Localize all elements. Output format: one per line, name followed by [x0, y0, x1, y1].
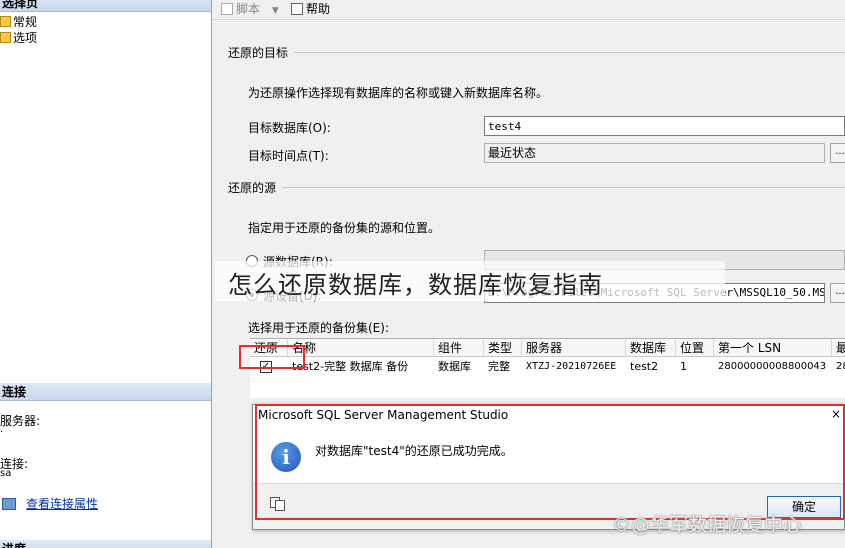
script-button[interactable]: 脚本 ▼	[221, 1, 279, 18]
highlight-box-checkbox	[239, 345, 305, 369]
page-icon	[0, 32, 11, 43]
grid-header-component[interactable]: 组件	[434, 339, 484, 357]
grid-header-position[interactable]: 位置	[676, 339, 714, 357]
target-db-input[interactable]	[484, 116, 845, 136]
select-page-header: 选择页	[0, 0, 211, 12]
section-divider	[294, 52, 845, 53]
page-item-general[interactable]: 常规	[0, 14, 37, 30]
target-time-browse-button[interactable]: ...	[830, 143, 845, 163]
restore-source-description: 指定用于还原的备份集的源和位置。	[248, 221, 441, 235]
page-icon	[0, 16, 11, 27]
restore-target-description: 为还原操作选择现有数据库的名称或键入新数据库名称。	[248, 86, 549, 100]
grid-header-last-lsn[interactable]: 最	[832, 339, 845, 357]
brand-watermark: ©@华军数据恢复中心	[612, 514, 803, 536]
grid-cell-last-lsn: 28	[836, 361, 845, 372]
help-button[interactable]: 帮助	[291, 1, 330, 18]
script-icon	[221, 3, 233, 15]
left-panel: 选择页 常规 选项 连接 服务器: . 连接: sa 查看连接属性 进度	[0, 0, 212, 548]
grid-header-server[interactable]: 服务器	[522, 339, 626, 357]
target-time-label: 目标时间点(T):	[248, 149, 329, 163]
chevron-down-icon[interactable]: ▼	[272, 6, 279, 16]
connection-header: 连接	[0, 383, 211, 401]
server-value: .	[0, 424, 4, 435]
progress-header: 进度	[0, 540, 211, 548]
connection-properties-icon	[2, 498, 16, 510]
target-db-label: 目标数据库(O):	[248, 121, 331, 135]
grid-cell-database: test2	[630, 360, 659, 373]
backup-sets-grid: 还原 名称 组件 类型 服务器 数据库 位置 第一个 LSN 最 test2-完…	[250, 338, 845, 398]
grid-header-type[interactable]: 类型	[484, 339, 522, 357]
grid-cell-position: 1	[680, 360, 687, 373]
source-device-browse-button[interactable]: ...	[830, 283, 845, 303]
view-connection-properties[interactable]: 查看连接属性	[2, 495, 98, 512]
page-item-options[interactable]: 选项	[0, 30, 37, 46]
target-time-field: 最近状态	[484, 143, 825, 163]
grid-cell-component: 数据库	[438, 360, 471, 373]
help-icon	[291, 3, 303, 15]
restore-target-title: 还原的目标	[228, 46, 289, 60]
toolbar: 脚本 ▼ 帮助	[213, 0, 845, 20]
backup-sets-label: 选择用于还原的备份集(E):	[248, 321, 389, 335]
grid-header-name[interactable]: 名称	[288, 339, 434, 357]
connection-value: sa	[0, 468, 12, 479]
section-divider	[282, 187, 845, 188]
grid-cell-name: test2-完整 数据库 备份	[292, 360, 409, 373]
server-label: 服务器:	[0, 414, 41, 428]
grid-cell-first-lsn: 28000000008800043	[718, 361, 827, 372]
grid-header-database[interactable]: 数据库	[626, 339, 676, 357]
grid-cell-server: XTZJ-20210726EE	[526, 361, 617, 372]
restore-source-title: 还原的源	[228, 181, 277, 195]
article-title-watermark: 怎么还原数据库，数据库恢复指南	[228, 271, 603, 299]
grid-cell-type: 完整	[488, 360, 510, 373]
grid-header-first-lsn[interactable]: 第一个 LSN	[714, 339, 832, 357]
highlight-box-dialog-overlay	[255, 404, 845, 520]
